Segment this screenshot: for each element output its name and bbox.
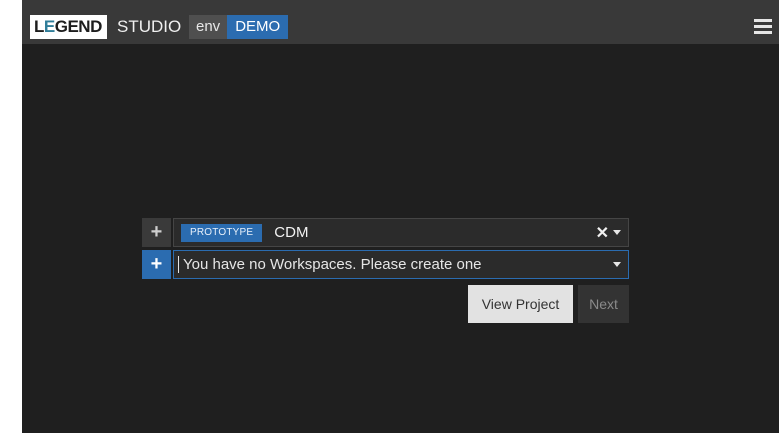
close-icon[interactable]: ✕ (596, 223, 609, 243)
project-selector[interactable]: PROTOTYPE CDM ✕ (173, 218, 629, 247)
workspace-selector-row: + You have no Workspaces. Please create … (142, 250, 629, 279)
text-caret (178, 256, 179, 273)
view-project-button[interactable]: View Project (468, 285, 573, 323)
legend-logo: LEGEND (30, 15, 107, 39)
logo-l: L (34, 17, 44, 36)
chevron-down-icon[interactable] (613, 230, 621, 235)
env-value: DEMO (227, 15, 289, 39)
studio-label: STUDIO (117, 17, 182, 36)
logo-rest: GEND (54, 17, 103, 36)
plus-icon[interactable]: + (142, 218, 171, 247)
project-type-tag: PROTOTYPE (181, 223, 263, 242)
env-badge: env DEMO (189, 15, 289, 39)
project-selector-row: + PROTOTYPE CDM ✕ (142, 218, 629, 247)
workspace-selector[interactable]: You have no Workspaces. Please create on… (173, 250, 629, 279)
workspace-selector-controls (613, 251, 621, 278)
chevron-down-icon[interactable] (613, 262, 621, 267)
plus-icon[interactable]: + (142, 250, 171, 279)
logo-accent: E (43, 17, 55, 36)
hamburger-menu-icon[interactable] (754, 19, 772, 35)
project-name: CDM (274, 224, 309, 241)
project-selector-controls: ✕ (596, 219, 621, 246)
next-button[interactable]: Next (578, 285, 629, 323)
workspace-placeholder: You have no Workspaces. Please create on… (183, 256, 482, 273)
env-label: env (189, 15, 228, 39)
